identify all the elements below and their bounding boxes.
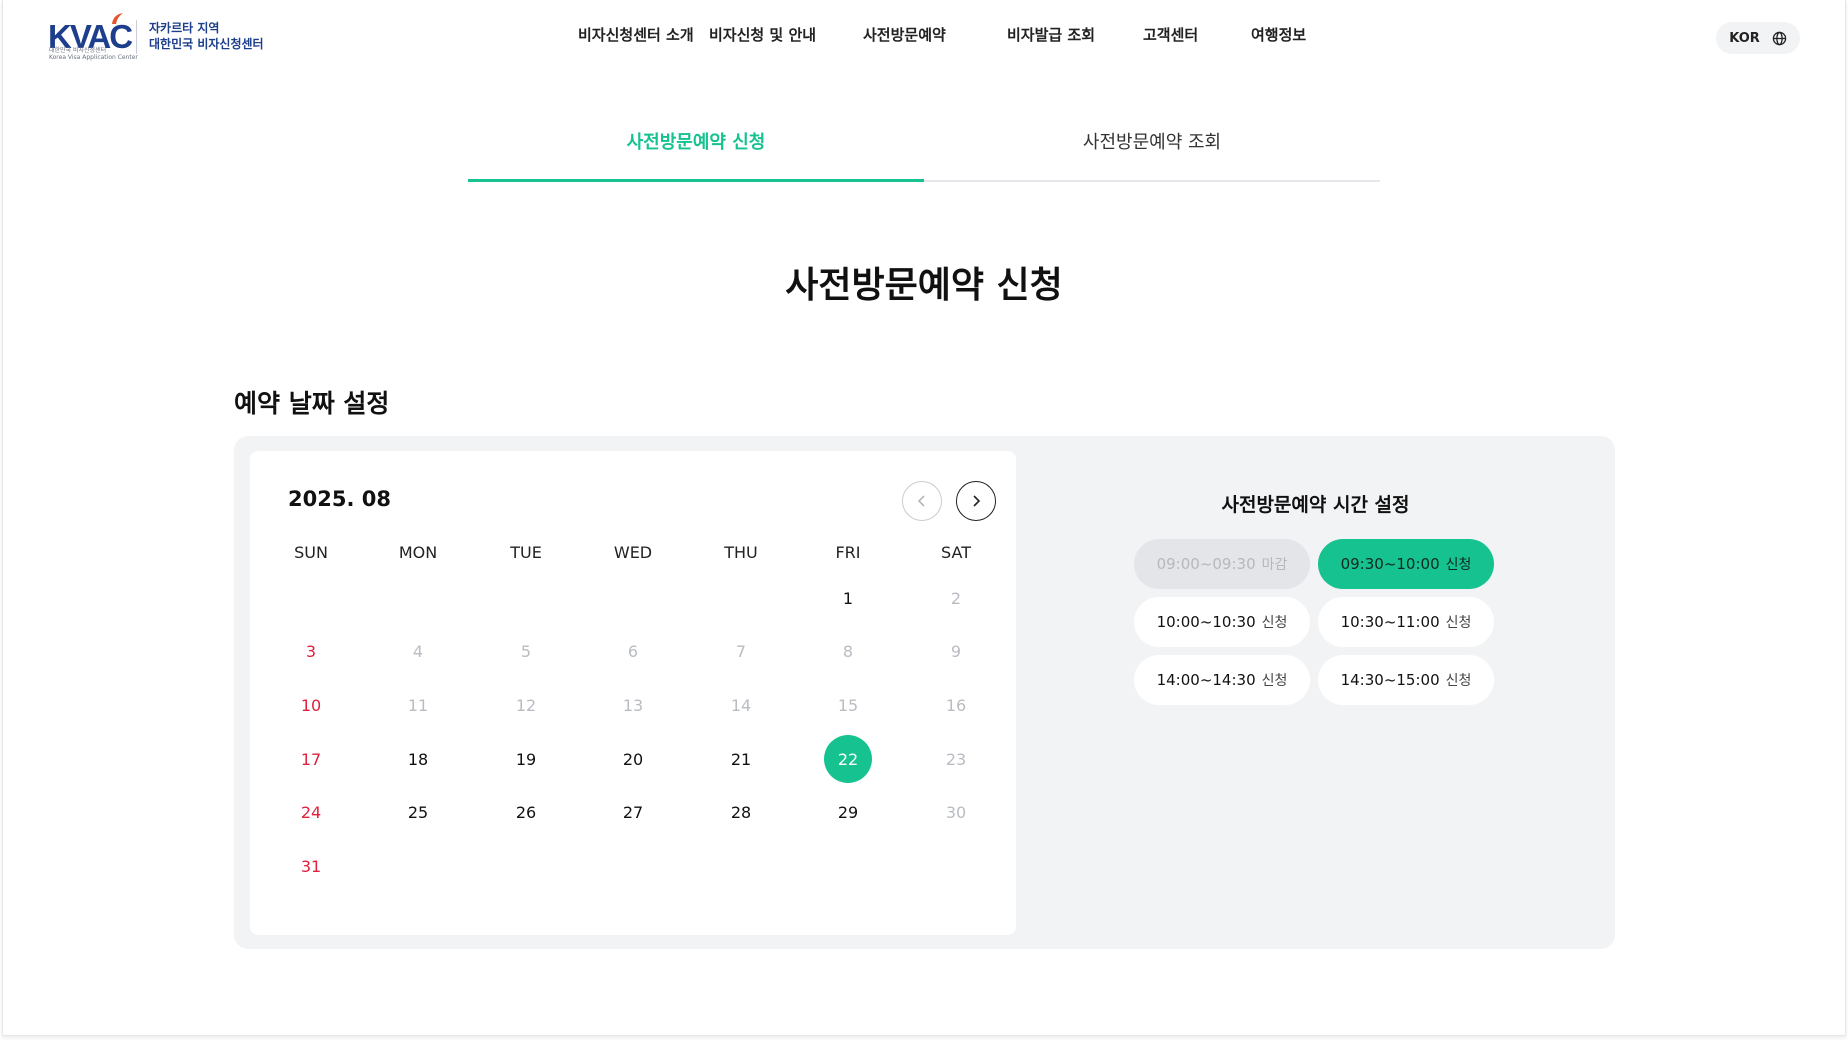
time-slot-status: 신청 [1445,557,1472,573]
calendar-day: 11 [407,695,429,715]
calendar-day: 8 [842,642,854,662]
time-slot-time: 09:00~09:30 [1156,555,1256,573]
calendar-day[interactable]: 19 [502,735,550,783]
calendar-day[interactable]: 28 [717,789,765,837]
language-label: KOR [1729,30,1760,46]
calendar-day-selected[interactable]: 22 [824,735,872,784]
calendar-day: 14 [730,695,752,715]
calendar-day[interactable]: 3 [287,628,335,676]
time-slot-button[interactable]: 14:00~14:30 신청 [1134,655,1310,705]
site-header: KVAC 대한민국 비자신청센터 Korea Visa Application … [0,0,1848,76]
nav-item-center-intro[interactable]: 비자신청센터 소개 [578,24,694,45]
time-slot-time: 09:30~10:00 [1340,555,1440,573]
tab-reservation-lookup[interactable]: 사전방문예약 조회 [924,112,1380,180]
calendar-day: 12 [515,695,537,715]
calendar-day[interactable]: 29 [824,789,872,837]
time-slot-time: 14:00~14:30 [1156,671,1256,689]
calendar-day: 9 [950,642,962,662]
calendar-day: 7 [735,642,747,662]
time-slot-status: 신청 [1445,615,1472,631]
calendar-day[interactable]: 26 [502,789,550,837]
calendar-day: 5 [520,642,532,662]
calendar-day[interactable]: 21 [717,735,765,783]
logo-tiny-line2: Korea Visa Application Center [49,53,138,61]
time-slot-status: 신청 [1261,615,1288,631]
calendar-day: 15 [837,695,859,715]
time-slot-button[interactable]: 10:30~11:00 신청 [1318,597,1494,647]
time-slot-status: 마감 [1261,557,1288,573]
calendar-day[interactable]: 31 [287,843,335,891]
reservation-tabs: 사전방문예약 신청 사전방문예약 조회 [468,112,1380,182]
time-slot-status: 신청 [1261,673,1288,689]
globe-icon [1772,31,1787,45]
time-slot-status: 신청 [1445,673,1472,689]
calendar-day: 30 [945,803,967,823]
calendar-day[interactable]: 17 [287,735,335,783]
nav-item-customer-center[interactable]: 고객센터 [1143,24,1198,45]
calendar-day[interactable]: 18 [394,735,442,783]
calendar-day[interactable]: 1 [824,574,872,622]
calendar-days-grid: 1 2 3 4 5 6 7 8 9 10 11 12 13 14 15 16 17 18 19 20 21 22 23 24 2… [250,451,1016,935]
tab-reservation-apply[interactable]: 사전방문예약 신청 [468,112,924,182]
calendar-day: 16 [945,695,967,715]
calendar-day: 6 [627,642,639,662]
calendar-day[interactable]: 27 [609,789,657,837]
time-slot-time: 10:30~11:00 [1340,613,1440,631]
calendar: 2025. 08 SUN MON TUE WED THU FRI SAT 123… [250,451,1016,935]
page-title: 사전방문예약 신청 [785,265,1063,306]
main-nav: 비자신청센터 소개 비자신청 및 안내 사전방문예약 비자발급 조회 고객센터 … [0,24,1848,54]
nav-item-reservation[interactable]: 사전방문예약 [863,24,946,45]
calendar-day: 2 [950,588,962,608]
time-slot-button: 09:00~09:30 마감 [1134,539,1310,589]
nav-item-visa-status[interactable]: 비자발급 조회 [1007,24,1095,45]
calendar-day[interactable]: 10 [287,681,335,729]
time-slot-button[interactable]: 10:00~10:30 신청 [1134,597,1310,647]
calendar-day[interactable]: 24 [287,789,335,837]
time-panel-title: 사전방문예약 시간 설정 [1221,494,1410,516]
calendar-day: 13 [622,695,644,715]
calendar-day[interactable]: 20 [609,735,657,783]
nav-item-visa-guide[interactable]: 비자신청 및 안내 [709,24,816,45]
time-slot-button[interactable]: 09:30~10:00 신청 [1318,539,1494,589]
calendar-day: 23 [945,749,967,769]
calendar-day: 4 [412,642,424,662]
calendar-day[interactable]: 25 [394,789,442,837]
nav-item-travel-info[interactable]: 여행정보 [1251,24,1306,45]
time-slot-button[interactable]: 14:30~15:00 신청 [1318,655,1494,705]
time-slot-time: 14:30~15:00 [1340,671,1440,689]
time-slot-time: 10:00~10:30 [1156,613,1256,631]
booking-panel: 2025. 08 SUN MON TUE WED THU FRI SAT 123… [234,436,1615,949]
language-selector[interactable]: KOR [1716,22,1800,54]
section-title: 예약 날짜 설정 [234,389,390,418]
